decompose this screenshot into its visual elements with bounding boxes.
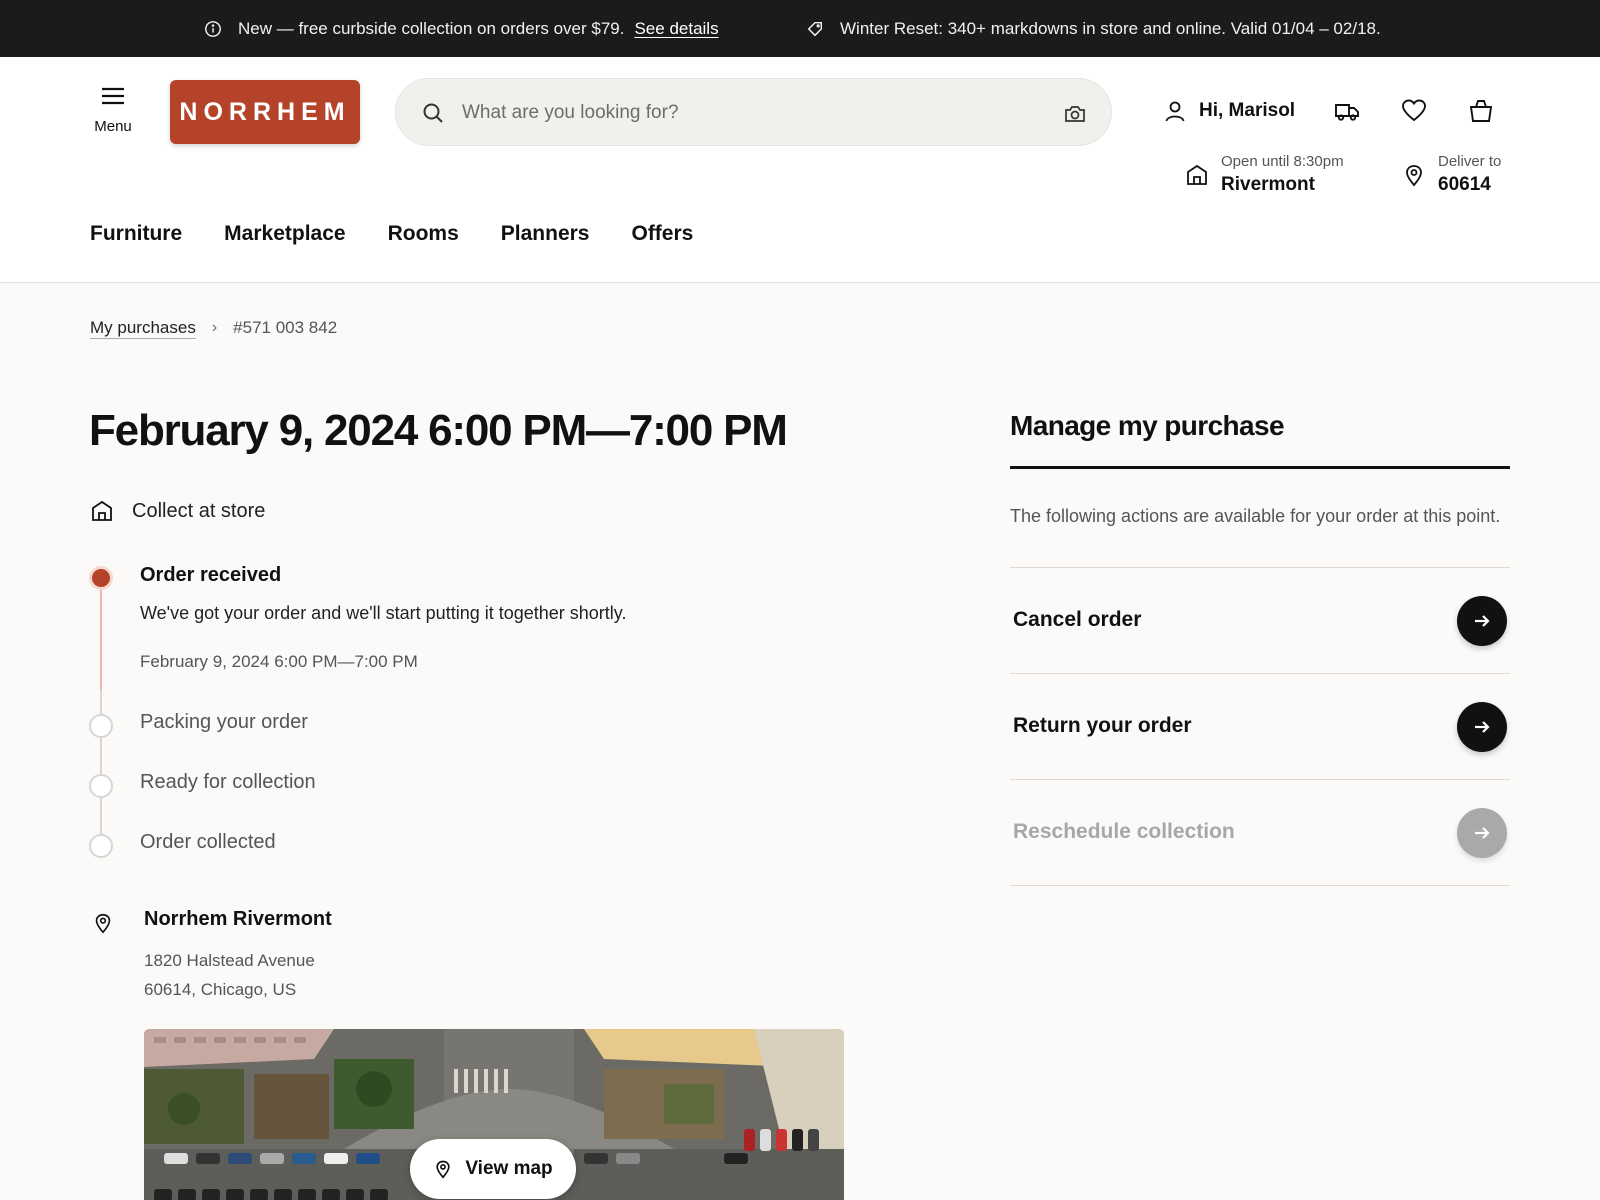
site-header: Menu NORRHEM Hi, Marisol Open until 8:30… [0,57,1600,283]
search-icon[interactable] [422,102,444,124]
step-ready-for-collection: Ready for collection [140,771,316,793]
info-icon [205,20,221,37]
view-map-button[interactable]: View map [410,1139,576,1199]
announcement-sale-text: Winter Reset: 340+ markdowns in store an… [840,18,1381,38]
truck-icon[interactable] [1333,97,1361,125]
arrow-right-icon [1475,721,1490,733]
announcement-curbside-text: New — free curbside collection on orders… [238,18,625,38]
store-hours: Open until 8:30pm [1221,153,1344,170]
store-icon [1187,164,1207,185]
announcement-bar: New — free curbside collection on orders… [0,0,1600,57]
collection-store-address: 1820 Halstead Avenue 60614, Chicago, US [144,946,315,1004]
manage-purchase-panel: Manage my purchase The following actions… [1010,410,1510,886]
location-pin-icon [436,1160,451,1179]
reschedule-collection-label: Reschedule collection [1013,820,1235,843]
collection-store-name: Norrhem Rivermont [144,908,332,930]
return-order-button[interactable] [1457,702,1507,752]
search-bar [395,78,1112,146]
timeline-track [100,580,102,838]
step-order-received: Order received [140,564,282,586]
greeting: Hi, Marisol [1199,100,1296,121]
menu-button[interactable]: Menu [90,85,136,135]
address-line-1: 1820 Halstead Avenue [144,951,315,970]
page-title: February 9, 2024 6:00 PM—7:00 PM [89,406,788,455]
shopping-bag-icon[interactable] [1467,97,1495,125]
cancel-order-label: Cancel order [1013,608,1142,631]
cancel-order-action[interactable]: Cancel order [1010,568,1510,674]
nav-item-furniture[interactable]: Furniture [90,222,182,246]
return-order-label: Return your order [1013,714,1192,737]
camera-search-icon[interactable] [1063,103,1087,125]
timeline-dot [89,714,113,738]
menu-label: Menu [94,118,132,135]
store-selector[interactable]: Open until 8:30pm Rivermont [1185,153,1344,196]
store-icon [92,500,112,521]
breadcrumb-order-number: #571 003 842 [233,318,338,337]
reschedule-collection-button [1457,808,1507,858]
view-map-label: View map [465,1158,553,1179]
breadcrumb-my-purchases[interactable]: My purchases [90,318,196,338]
user-icon [1165,101,1185,122]
delivery-location[interactable]: Deliver to 60614 [1402,153,1501,196]
cancel-order-button[interactable] [1457,596,1507,646]
arrow-right-icon [1475,615,1490,627]
fulfilment-method-label: Collect at store [132,499,266,522]
step-order-received-date: February 9, 2024 6:00 PM—7:00 PM [140,652,418,671]
timeline-dot-active [89,566,113,590]
store-map-preview[interactable]: View map [144,1029,844,1200]
store-name: Rivermont [1221,174,1315,195]
fulfilment-method: Collect at store [90,499,265,523]
tag-icon [807,21,823,36]
chevron-right-icon: › [211,319,218,336]
brand-logo[interactable]: NORRHEM [170,80,360,144]
heart-icon[interactable] [1400,97,1428,125]
arrow-right-icon [1475,827,1490,839]
account-link[interactable]: Hi, Marisol [1163,99,1295,123]
return-order-action[interactable]: Return your order [1010,674,1510,780]
hamburger-icon [102,87,124,105]
step-packing: Packing your order [140,711,308,733]
address-line-2: 60614, Chicago, US [144,980,297,999]
announcement-sale: Winter Reset: 340+ markdowns in store an… [806,0,1381,57]
manage-description: The following actions are available for … [1010,501,1510,568]
nav-item-marketplace[interactable]: Marketplace [224,222,345,246]
deliver-zip: 60614 [1438,174,1491,195]
announcement-curbside: New — free curbside collection on orders… [204,0,719,57]
manage-title: Manage my purchase [1010,410,1510,469]
timeline-dot [89,774,113,798]
location-pin-icon [1406,165,1422,187]
main-nav: Furniture Marketplace Rooms Planners Off… [90,222,693,246]
reschedule-collection-action: Reschedule collection [1010,780,1510,886]
nav-item-planners[interactable]: Planners [501,222,590,246]
timeline-dot [89,834,113,858]
timeline-progress [100,580,102,690]
breadcrumb: My purchases › #571 003 842 [90,318,337,338]
deliver-to-label: Deliver to [1438,153,1502,170]
see-details-link[interactable]: See details [634,19,718,39]
step-order-received-desc: We've got your order and we'll start put… [140,603,627,623]
search-input[interactable] [462,97,1022,129]
location-pin-icon [95,913,111,934]
step-order-collected: Order collected [140,831,276,853]
nav-item-offers[interactable]: Offers [631,222,693,246]
nav-item-rooms[interactable]: Rooms [388,222,459,246]
